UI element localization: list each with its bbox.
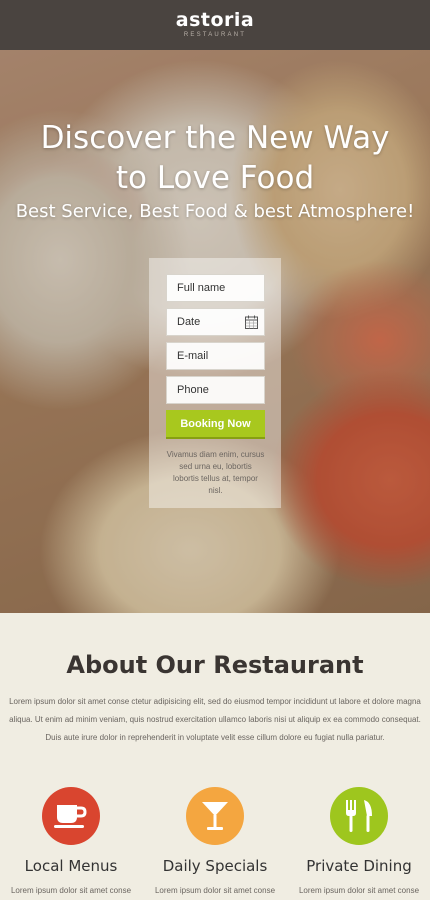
hero-section: Discover the New Way to Love Food Best S…	[0, 50, 430, 613]
email-field[interactable]: E-mail	[166, 342, 265, 370]
feature-title: Local Menus	[24, 857, 118, 875]
hero-title: Discover the New Way to Love Food	[40, 120, 390, 196]
hero-subtitle: Best Service, Best Food & best Atmospher…	[15, 201, 415, 222]
logo[interactable]: astoria	[0, 9, 430, 31]
about-text: Lorem ipsum dolor sit amet conse ctetur …	[9, 697, 421, 742]
feature-text: Lorem ipsum dolor sit amet conse	[298, 886, 420, 895]
feature-icon-circle	[42, 787, 100, 845]
feature-text: Lorem ipsum dolor sit amet conse	[154, 886, 276, 895]
logo-subtitle: RESTAURANT	[183, 32, 247, 38]
feature-icon-circle	[186, 787, 244, 845]
coffee-cup-icon	[54, 805, 87, 828]
phone-field[interactable]: Phone	[166, 376, 265, 404]
site-header: astoria RESTAURANT	[0, 0, 430, 50]
about-title: About Our Restaurant	[66, 651, 364, 679]
booking-now-button[interactable]: Booking Now	[166, 410, 265, 437]
booking-form: Full name Date E-mail Phone Booking Now …	[149, 258, 281, 508]
calendar-icon[interactable]	[245, 315, 258, 329]
fork-knife-icon	[346, 800, 372, 832]
feature-private-dining[interactable]: Private Dining Lorem ipsum dolor sit ame…	[289, 787, 429, 895]
feature-text: Lorem ipsum dolor sit amet conse	[10, 886, 132, 895]
cocktail-glass-icon	[202, 802, 228, 830]
about-section: About Our Restaurant Lorem ipsum dolor s…	[0, 613, 430, 900]
feature-icon-circle	[330, 787, 388, 845]
feature-title: Private Dining	[306, 857, 412, 875]
date-field[interactable]: Date	[166, 308, 265, 336]
feature-local-menus[interactable]: Local Menus Lorem ipsum dolor sit amet c…	[1, 787, 141, 895]
full-name-field[interactable]: Full name	[166, 274, 265, 302]
feature-daily-specials[interactable]: Daily Specials Lorem ipsum dolor sit ame…	[145, 787, 285, 895]
feature-title: Daily Specials	[162, 857, 268, 875]
date-field-label: Date	[177, 316, 201, 328]
booking-note: Vivamus diam enim, cursus sed urna eu, l…	[166, 450, 265, 495]
